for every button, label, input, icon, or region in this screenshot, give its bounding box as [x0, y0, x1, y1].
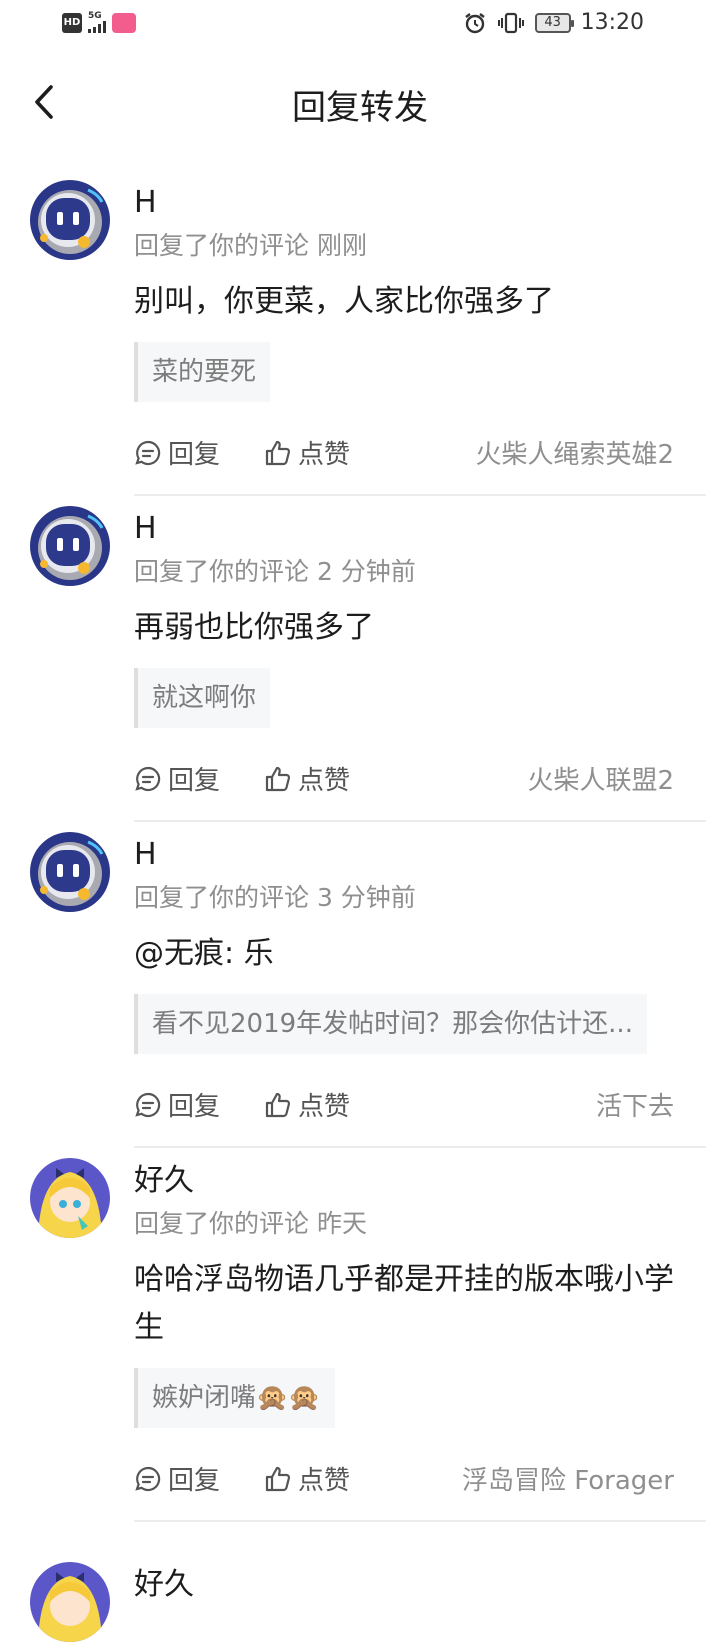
- like-button[interactable]: 点赞: [264, 434, 350, 471]
- divider: [134, 1146, 706, 1148]
- bilibili-notification-icon: [112, 12, 136, 33]
- status-left: HD 5G: [62, 12, 136, 33]
- status-bar: HD 5G 43 13:20: [0, 0, 720, 48]
- comment-icon: [135, 1466, 161, 1491]
- like-label: 点赞: [298, 766, 351, 796]
- divider: [134, 1520, 706, 1522]
- action-bar: 回复 点赞 火柴人绳索英雄2: [134, 414, 674, 494]
- list-item[interactable]: H 回复了你的评论 刚刚 别叫，你更菜，人家比你强多了 菜的要死 回复 点赞 火…: [0, 180, 720, 506]
- thumbs-up-icon: [265, 1092, 291, 1117]
- avatar[interactable]: [30, 1158, 110, 1238]
- username[interactable]: H: [134, 506, 674, 552]
- reply-text[interactable]: @无痕: 乐: [134, 930, 674, 978]
- comment-icon: [135, 766, 161, 791]
- reply-text[interactable]: 再弱也比你强多了: [134, 604, 674, 652]
- reply-meta: 回复了你的评论 昨天: [134, 1209, 367, 1238]
- comment-icon: [135, 440, 161, 465]
- robot-avatar-icon: [30, 832, 110, 912]
- signal-icon: 5G: [88, 12, 106, 33]
- action-bar: 回复 点赞 火柴人联盟2: [134, 740, 674, 820]
- page-title: 回复转发: [292, 88, 428, 128]
- avatar[interactable]: [30, 180, 110, 260]
- source-game-link[interactable]: 火柴人绳索英雄2: [475, 434, 674, 471]
- list-item[interactable]: H 回复了你的评论 2 分钟前 再弱也比你强多了 就这啊你 回复 点赞 火柴人联…: [0, 506, 720, 832]
- username[interactable]: H: [134, 180, 674, 226]
- status-right: 43 13:20: [463, 10, 644, 35]
- vibrate-icon: [497, 12, 524, 33]
- username[interactable]: 好久: [134, 1562, 674, 1608]
- reply-label: 回复: [168, 1092, 221, 1122]
- like-label: 点赞: [298, 1466, 351, 1496]
- comment-icon: [135, 1092, 161, 1117]
- robot-avatar-icon: [30, 506, 110, 586]
- divider: [134, 494, 706, 496]
- like-button[interactable]: 点赞: [264, 760, 350, 797]
- reply-feed[interactable]: H 回复了你的评论 刚刚 别叫，你更菜，人家比你强多了 菜的要死 回复 点赞 火…: [0, 180, 720, 1652]
- reply-meta: 回复了你的评论 3 分钟前: [134, 883, 416, 912]
- thumbs-up-icon: [265, 1466, 291, 1491]
- alarm-icon: [464, 12, 485, 33]
- avatar[interactable]: [30, 1562, 110, 1642]
- network-label: 5G: [88, 11, 102, 21]
- reply-text[interactable]: 别叫，你更菜，人家比你强多了: [134, 278, 674, 326]
- avatar[interactable]: [30, 506, 110, 586]
- nav-bar: 回复转发: [0, 64, 720, 140]
- avatar[interactable]: [30, 832, 110, 912]
- divider: [134, 820, 706, 822]
- source-game-link[interactable]: 活下去: [596, 1086, 674, 1123]
- action-bar: 回复 点赞 活下去: [134, 1066, 674, 1146]
- quoted-comment[interactable]: 菜的要死: [134, 342, 271, 402]
- reply-label: 回复: [168, 1466, 221, 1496]
- status-clock: 13:20: [580, 10, 644, 35]
- reply-label: 回复: [168, 766, 221, 796]
- like-button[interactable]: 点赞: [264, 1460, 350, 1497]
- reply-button[interactable]: 回复: [134, 760, 220, 797]
- quoted-comment[interactable]: 嫉妒闭嘴🙊🙊: [134, 1368, 335, 1428]
- list-item[interactable]: 好久: [0, 1532, 720, 1652]
- thumbs-up-icon: [265, 440, 291, 465]
- robot-avatar-icon: [30, 180, 110, 260]
- like-button[interactable]: 点赞: [264, 1086, 350, 1123]
- anime-girl-avatar-icon: [30, 1562, 110, 1642]
- quoted-comment[interactable]: 就这啊你: [134, 668, 271, 728]
- like-label: 点赞: [298, 440, 351, 470]
- list-item[interactable]: H 回复了你的评论 3 分钟前 @无痕: 乐 看不见2019年发帖时间？那会你估…: [0, 832, 720, 1158]
- reply-meta: 回复了你的评论 刚刚: [134, 231, 367, 260]
- reply-button[interactable]: 回复: [134, 1086, 220, 1123]
- source-game-link[interactable]: 浮岛冒险 Forager: [462, 1460, 674, 1497]
- anime-girl-avatar-icon: [30, 1158, 110, 1238]
- battery-icon: 43: [534, 12, 574, 33]
- reply-label: 回复: [168, 440, 221, 470]
- reply-meta: 回复了你的评论 2 分钟前: [134, 557, 416, 586]
- thumbs-up-icon: [265, 766, 291, 791]
- quoted-comment[interactable]: 看不见2019年发帖时间？那会你估计还...: [134, 994, 647, 1054]
- reply-button[interactable]: 回复: [134, 1460, 220, 1497]
- like-label: 点赞: [298, 1092, 351, 1122]
- reply-button[interactable]: 回复: [134, 434, 220, 471]
- hd-badge: HD: [62, 12, 82, 33]
- username[interactable]: H: [134, 832, 674, 878]
- source-game-link[interactable]: 火柴人联盟2: [527, 760, 674, 797]
- action-bar: 回复 点赞 浮岛冒险 Forager: [134, 1440, 674, 1520]
- list-item[interactable]: 好久 回复了你的评论 昨天 哈哈浮岛物语几乎都是开挂的版本哦小学生 嫉妒闭嘴🙊🙊…: [0, 1158, 720, 1532]
- reply-text[interactable]: 哈哈浮岛物语几乎都是开挂的版本哦小学生: [134, 1256, 674, 1352]
- username[interactable]: 好久: [134, 1158, 674, 1204]
